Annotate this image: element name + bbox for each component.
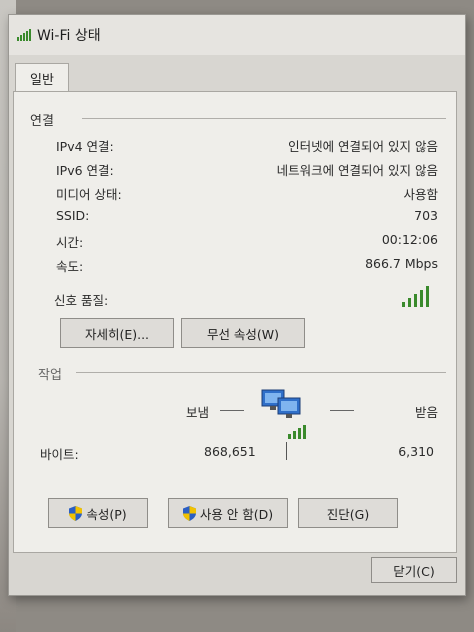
window-title: Wi-Fi 상태 (37, 28, 101, 44)
sent-line (220, 410, 244, 411)
duration-label: 시간: (56, 235, 84, 250)
connection-group-divider (82, 118, 446, 119)
uac-shield-icon (182, 505, 196, 521)
details-button[interactable]: 자세히(E)... (60, 318, 174, 348)
activity-group-divider (76, 372, 446, 373)
signal-bar-3 (414, 294, 417, 307)
wifi-signal-icon (17, 29, 31, 41)
diagnose-button[interactable]: 진단(G) (298, 498, 398, 528)
media-state-value: 사용함 (403, 187, 438, 202)
signal-bar-1 (402, 302, 405, 307)
ipv4-value: 인터넷에 연결되어 있지 않음 (288, 139, 438, 154)
disable-button[interactable]: 사용 안 함(D) (168, 498, 288, 528)
ipv6-value: 네트워크에 연결되어 있지 않음 (276, 163, 438, 178)
ipv4-label: IPv4 연결: (56, 139, 114, 154)
tab-general[interactable]: 일반 (15, 63, 69, 92)
title-bar: Wi-Fi 상태 (9, 15, 465, 55)
bytes-sent-value: 868,651 (204, 444, 256, 459)
signal-bar-2 (408, 298, 411, 307)
sent-label: 보냄 (186, 405, 210, 420)
ssid-value: 703 (414, 208, 438, 223)
duration-value: 00:12:06 (381, 232, 438, 247)
speed-value: 866.7 Mbps (365, 256, 438, 271)
bytes-divider (286, 442, 287, 460)
speed-label: 속도: (56, 259, 84, 274)
uac-shield-icon (69, 505, 83, 521)
signal-bar-4 (420, 290, 423, 307)
media-state-label: 미디어 상태: (56, 187, 122, 202)
signal-quality-bars (402, 286, 429, 307)
ssid-label: SSID: (56, 208, 90, 223)
received-label: 받음 (414, 405, 438, 420)
activity-group-label: 작업 (38, 368, 62, 383)
received-line (330, 410, 354, 411)
bytes-received-value: 6,310 (398, 444, 434, 459)
bytes-label: 바이트: (40, 447, 79, 462)
signal-bar-5 (426, 286, 429, 307)
properties-button-label: 속성(P) (86, 506, 127, 522)
disable-button-label: 사용 안 함(D) (199, 506, 274, 522)
close-button[interactable]: 닫기(C) (371, 557, 457, 583)
wireless-properties-button[interactable]: 무선 속성(W) (181, 318, 305, 348)
signal-quality-label: 신호 품질: (54, 293, 109, 308)
wifi-status-dialog: Wi-Fi 상태 일반 연결 IPv4 연결: 인터넷에 연결되어 있지 않음 … (8, 14, 466, 596)
properties-button[interactable]: 속성(P) (48, 498, 148, 528)
general-panel: 연결 IPv4 연결: 인터넷에 연결되어 있지 않음 IPv6 연결: 네트워… (13, 91, 457, 553)
connection-group-label: 연결 (30, 114, 54, 129)
ipv6-label: IPv6 연결: (56, 163, 114, 178)
network-computers-icon (261, 389, 306, 439)
